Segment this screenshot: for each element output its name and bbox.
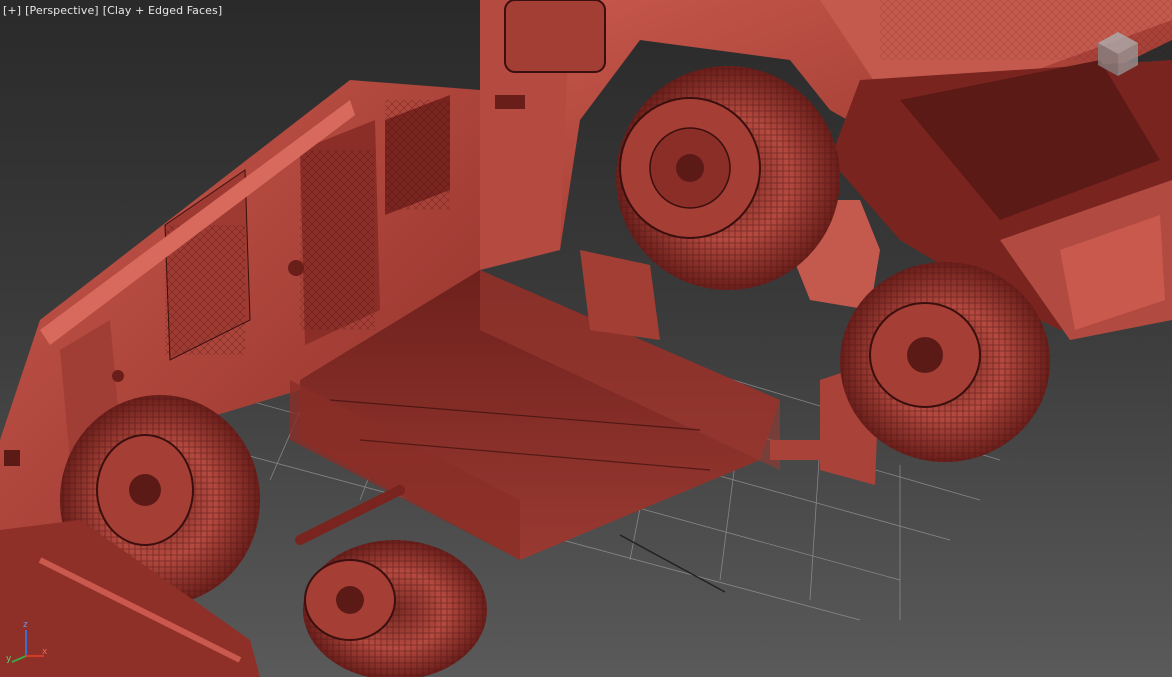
axis-gizmo: z x y <box>6 620 48 664</box>
shading-mode-button[interactable]: [Clay + Edged Faces] <box>103 4 223 17</box>
wheel-rear-left <box>303 540 487 677</box>
viewport-label: [+] [Perspective] [Clay + Edged Faces] <box>3 4 226 17</box>
3d-viewport[interactable]: [+] [Perspective] [Clay + Edged Faces] z x… <box>0 0 1172 677</box>
scene-render[interactable] <box>0 0 1172 677</box>
view-mode-button[interactable]: [Perspective] <box>25 4 99 17</box>
axis-y-label: y <box>6 654 12 664</box>
wheel-front-right <box>616 66 840 290</box>
axis-x-label: x <box>42 647 48 657</box>
wheel-rear-right <box>840 262 1050 462</box>
axis-z-label: z <box>23 620 28 630</box>
axis-y-line <box>11 655 27 663</box>
viewcube-icon[interactable] <box>1094 30 1142 78</box>
viewport-menu-button[interactable]: [+] <box>3 4 21 17</box>
